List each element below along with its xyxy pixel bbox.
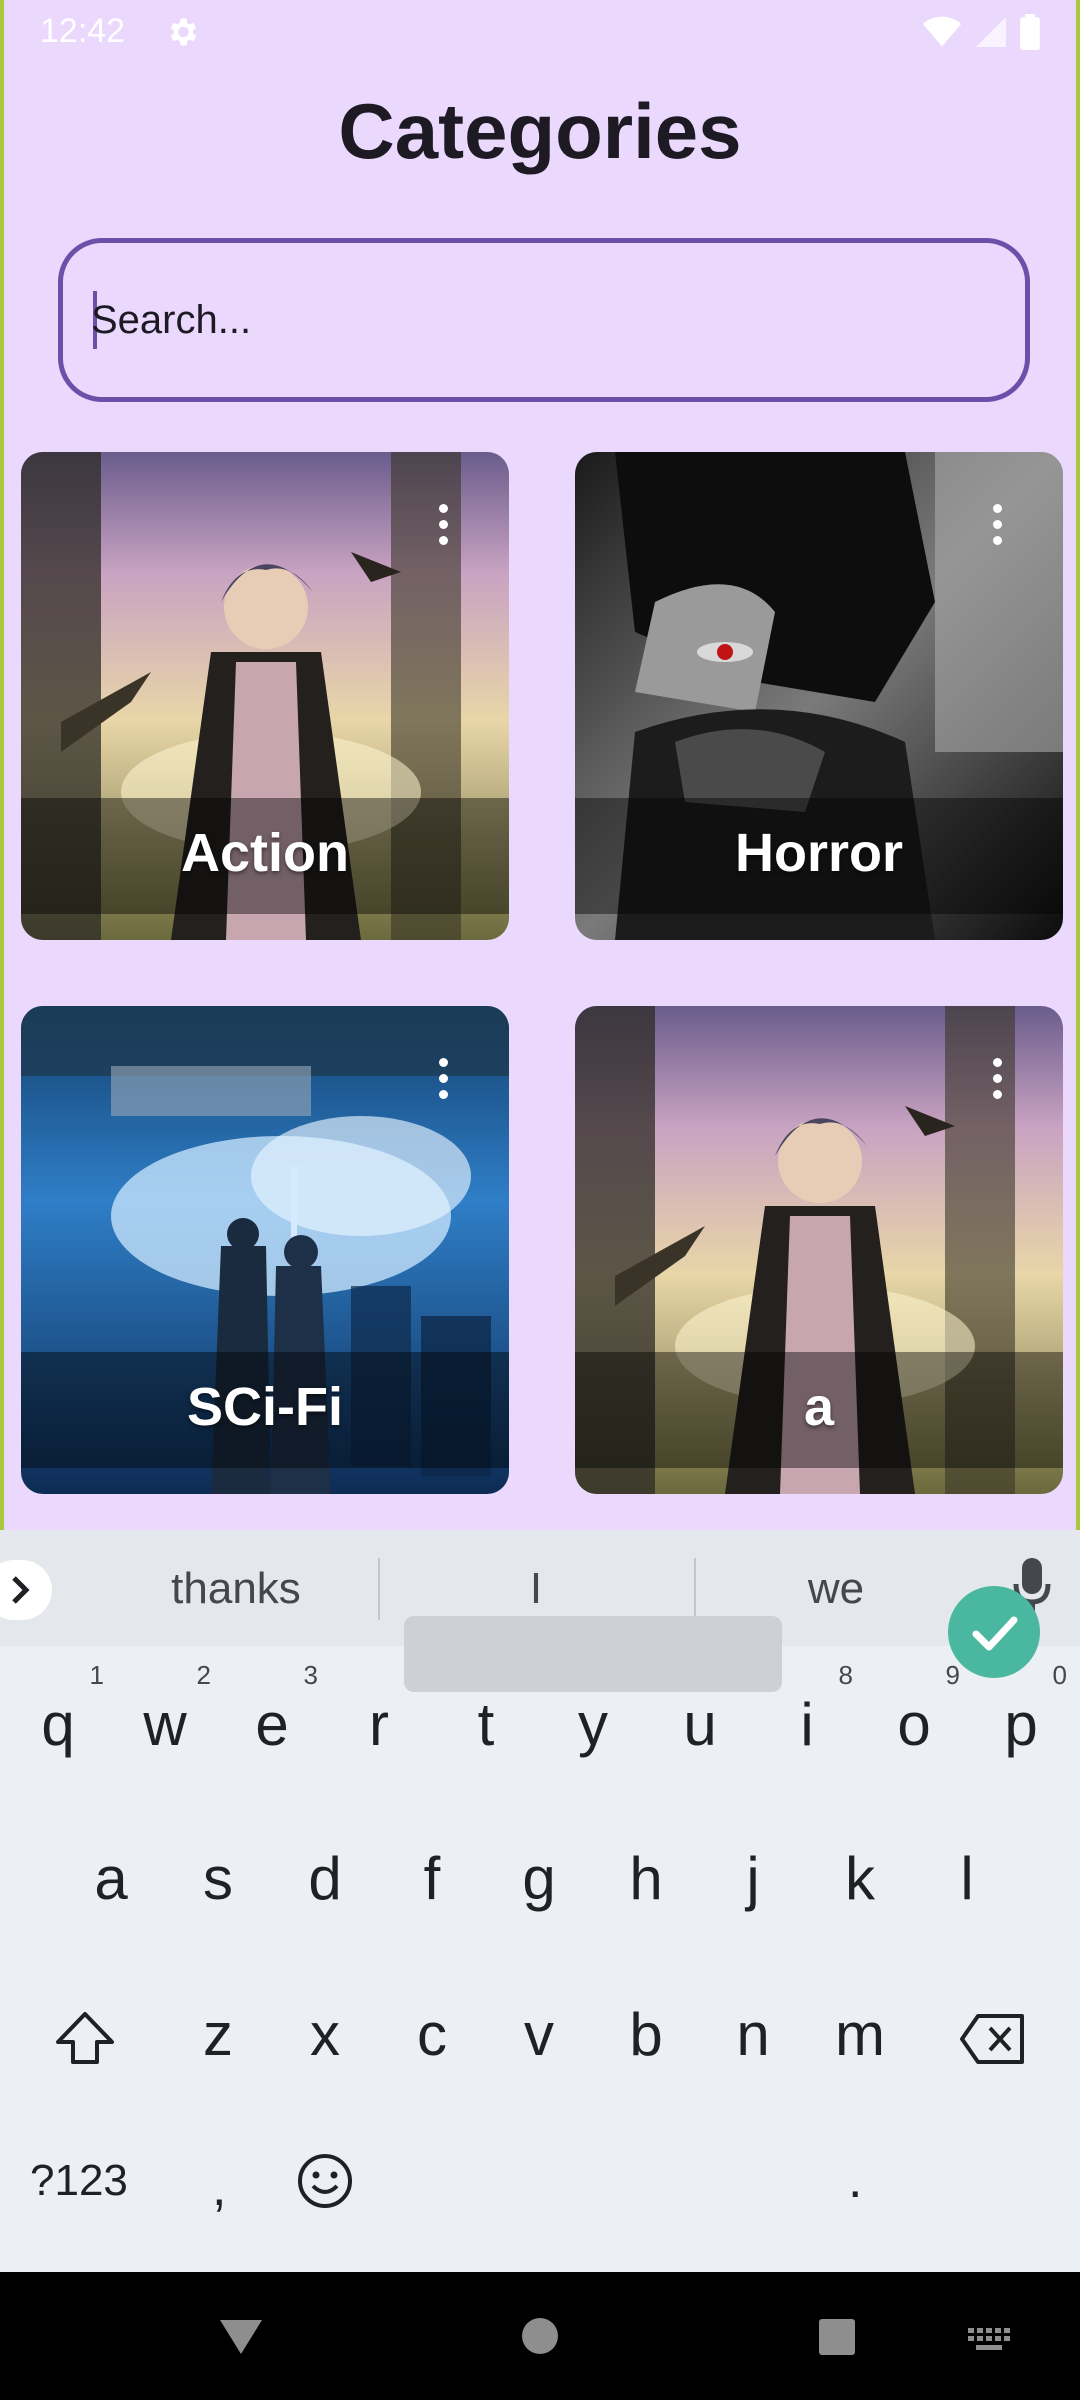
key-a[interactable]: a: [71, 1844, 151, 1913]
key-e[interactable]: e3: [232, 1660, 318, 1759]
key-n[interactable]: n: [713, 2000, 793, 2069]
key-s[interactable]: s: [178, 1844, 258, 1913]
backspace-icon[interactable]: [958, 2012, 1028, 2066]
key-i[interactable]: i8: [767, 1660, 853, 1759]
keyboard-switch-icon[interactable]: [966, 2326, 1012, 2352]
comma-key[interactable]: ,: [212, 2158, 226, 2218]
emoji-icon[interactable]: [296, 2152, 354, 2210]
page-title: Categories: [338, 87, 742, 175]
more-options-icon[interactable]: [433, 1058, 453, 1102]
key-o[interactable]: o9: [874, 1660, 960, 1759]
enter-key[interactable]: [948, 1586, 1040, 1678]
category-label: a: [803, 1377, 835, 1437]
key-p[interactable]: p0: [981, 1660, 1067, 1759]
key-r[interactable]: r4: [339, 1660, 425, 1759]
key-u[interactable]: u7: [660, 1660, 746, 1759]
key-k[interactable]: k: [820, 1844, 900, 1913]
key-f[interactable]: f: [392, 1844, 472, 1913]
status-time: 12:42: [40, 12, 126, 50]
status-icons: [922, 12, 1040, 52]
navigation-bar: [0, 2272, 1080, 2400]
home-nav-icon[interactable]: [520, 2316, 560, 2356]
status-bar: 12:42: [4, 0, 1076, 64]
key-y[interactable]: y6: [553, 1660, 639, 1759]
key-c[interactable]: c: [392, 2000, 472, 2069]
suggestion-3[interactable]: we: [686, 1564, 986, 1614]
chevron-right-icon: [12, 1576, 30, 1604]
checkmark-icon: [972, 1616, 1018, 1651]
wifi-icon: [922, 16, 962, 47]
key-x[interactable]: x: [285, 2000, 365, 2069]
key-z[interactable]: z: [178, 2000, 258, 2069]
category-label: Action: [181, 823, 349, 883]
battery-icon: [1020, 14, 1040, 50]
more-options-icon[interactable]: [987, 504, 1007, 548]
period-key[interactable]: .: [848, 2150, 862, 2210]
key-h[interactable]: h: [606, 1844, 686, 1913]
search-field[interactable]: [58, 238, 1030, 402]
key-m[interactable]: m: [820, 2000, 900, 2069]
key-g[interactable]: g: [499, 1844, 579, 1913]
key-b[interactable]: b: [606, 2000, 686, 2069]
key-d[interactable]: d: [285, 1844, 365, 1913]
key-q[interactable]: q1: [18, 1660, 104, 1759]
more-options-icon[interactable]: [987, 1058, 1007, 1102]
symbols-key[interactable]: ?123: [30, 2156, 128, 2206]
shift-icon[interactable]: [52, 2008, 118, 2068]
expand-suggestions-button[interactable]: [0, 1560, 52, 1620]
settings-gear-icon: [170, 18, 197, 46]
space-bar[interactable]: [404, 1616, 782, 1692]
category-card-horror[interactable]: Horror: [575, 452, 1063, 940]
category-label: Horror: [734, 823, 903, 883]
suggestion-divider: [378, 1558, 380, 1620]
back-nav-icon[interactable]: [218, 2316, 264, 2356]
suggestion-1[interactable]: thanks: [86, 1564, 386, 1614]
category-card-sci-fi[interactable]: SCi-Fi: [21, 1006, 509, 1494]
key-l[interactable]: l: [927, 1844, 1007, 1913]
category-card-action[interactable]: Action: [21, 452, 509, 940]
key-t[interactable]: t5: [446, 1660, 532, 1759]
suggestion-2[interactable]: I: [386, 1564, 686, 1614]
recents-nav-icon[interactable]: [818, 2318, 856, 2356]
key-j[interactable]: j: [713, 1844, 793, 1913]
app-screen: 12:42 Categories Search... Action Horror…: [0, 0, 1080, 1530]
category-label: SCi-Fi: [187, 1377, 343, 1437]
key-w[interactable]: w2: [125, 1660, 211, 1759]
more-options-icon[interactable]: [433, 504, 453, 548]
category-card-a[interactable]: a: [575, 1006, 1063, 1494]
signal-icon: [976, 17, 1006, 47]
key-v[interactable]: v: [499, 2000, 579, 2069]
search-input[interactable]: [91, 283, 971, 357]
